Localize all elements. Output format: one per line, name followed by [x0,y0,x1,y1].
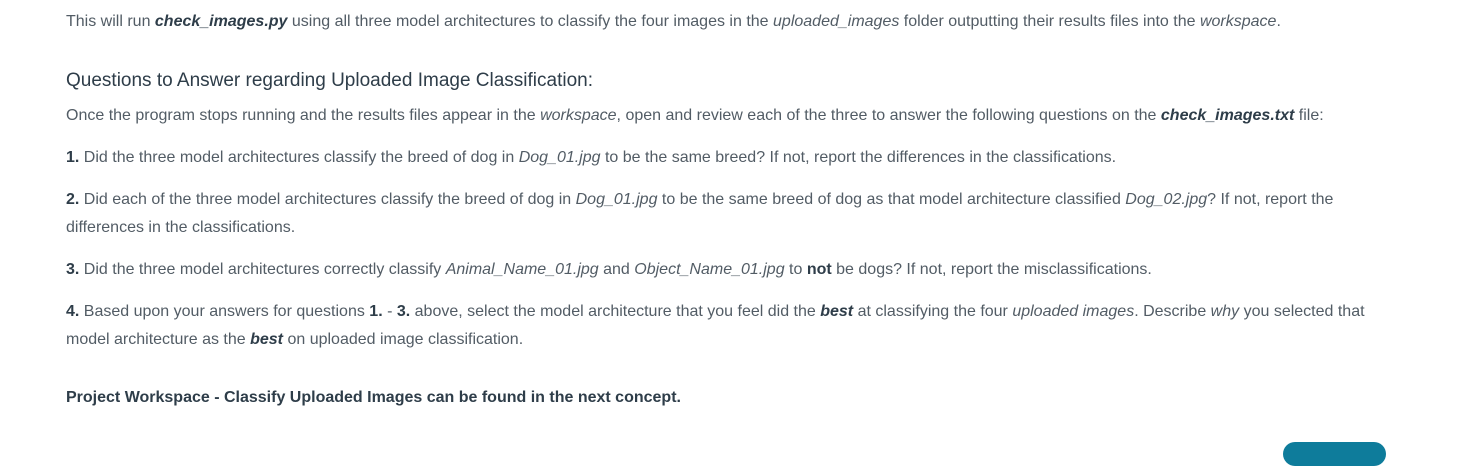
file-name: Dog_01.jpg [575,191,658,208]
intro-text: using all three model architectures to c… [287,13,774,30]
file-name: Object_Name_01.jpg [634,261,785,278]
lead-text: Once the program stops running and the r… [66,107,541,124]
emphasis-best: best [250,330,283,348]
question-number: 3. [66,261,80,278]
lead-text: file: [1294,107,1324,124]
emphasis-best: best [820,303,854,320]
question-text: to be the same breed? If not, report the… [600,149,1117,166]
emphasis-not: not [806,261,832,278]
question-text: to [784,261,807,278]
workspace-name: workspace [540,107,617,124]
file-name: Dog_02.jpg [1125,191,1208,208]
next-concept-note: Project Workspace - Classify Uploaded Im… [66,389,681,406]
question-4: 4. Based upon your answers for questions… [66,298,1391,353]
intro-text: This will run [66,13,155,30]
question-text: Did the three model architectures classi… [79,149,519,166]
question-text: at classifying the four [853,303,1013,320]
question-text: be dogs? If not, report the misclassific… [831,261,1152,278]
question-text: to be the same breed of dog as that mode… [657,191,1126,208]
lead-paragraph: Once the program stops running and the r… [66,102,1324,130]
question-text: and [598,261,635,278]
question-text: above, select the model architecture tha… [410,303,821,320]
question-number: 1. [66,149,80,166]
results-file-name: check_images.txt [1160,107,1295,124]
folder-name: uploaded_images [773,13,900,30]
emphasis-why: why [1210,303,1240,320]
questions-heading: Questions to Answer regarding Uploaded I… [66,70,594,91]
question-text: Based upon your answers for questions [79,303,370,320]
question-text: - [382,303,397,320]
question-1: 1. Did the three model architectures cla… [66,144,1116,172]
file-name: Animal_Name_01.jpg [445,261,599,278]
question-text: on uploaded image classification. [283,330,524,348]
intro-text: folder outputting their results files in… [899,13,1200,30]
workspace-name: workspace [1199,13,1277,30]
question-text: Did each of the three model architecture… [79,191,576,208]
question-text: Did the three model architectures correc… [79,261,446,278]
question-number: 4. [66,303,80,320]
emphasis-uploaded-images: uploaded images [1012,303,1135,320]
question-2: 2. Did each of the three model architect… [66,186,1391,241]
question-ref: 1. [369,303,383,320]
next-concept-button[interactable] [1283,442,1386,466]
question-text: . Describe [1134,303,1211,320]
question-number: 2. [66,191,80,208]
lead-text: , open and review each of the three to a… [616,107,1161,124]
intro-paragraph: This will run check_images.py using all … [66,8,1281,36]
question-ref: 3. [396,303,411,320]
intro-text: . [1276,13,1281,30]
question-3: 3. Did the three model architectures cor… [66,256,1152,284]
file-name: Dog_01.jpg [518,149,601,166]
script-name: check_images.py [154,13,288,30]
